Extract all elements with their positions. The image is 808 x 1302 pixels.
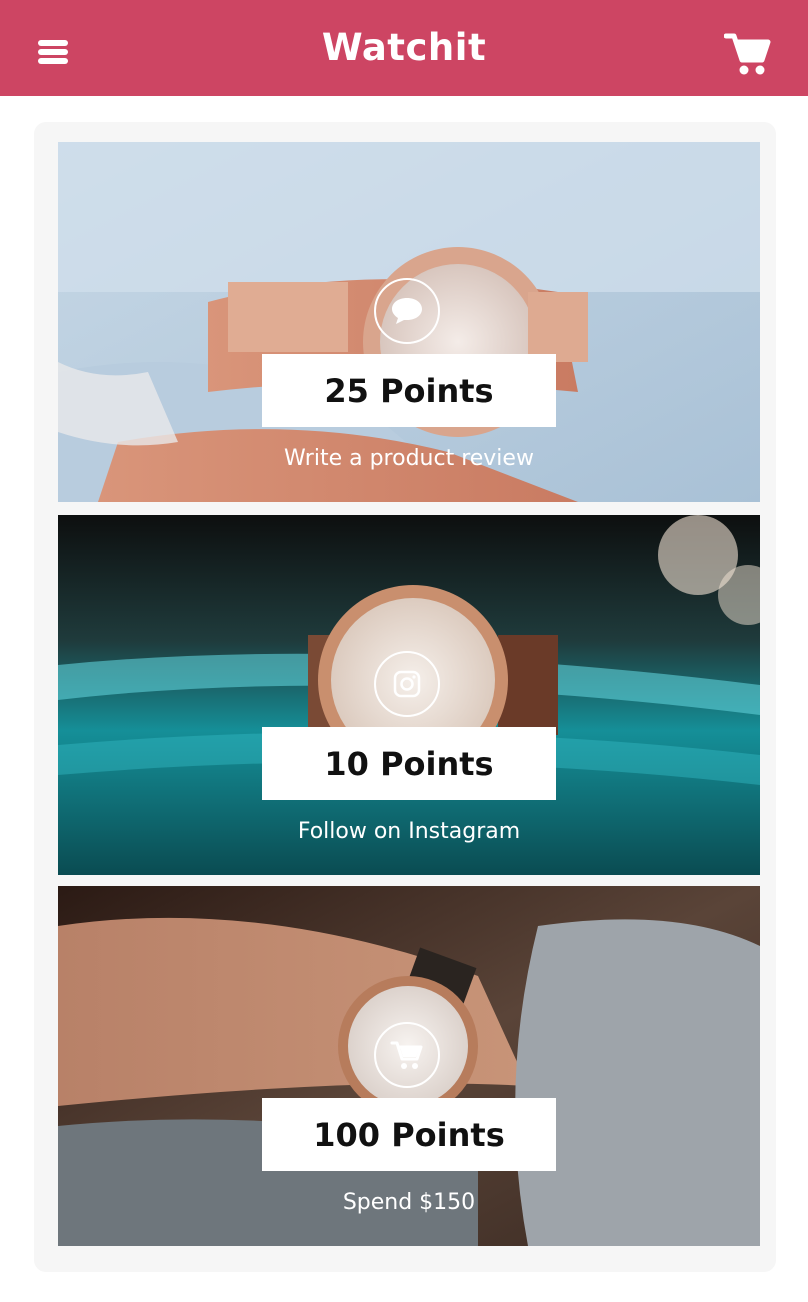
shopping-cart-icon <box>723 33 771 75</box>
cart-button[interactable] <box>723 30 772 78</box>
points-label: 100 Points <box>313 1115 505 1154</box>
points-badge: 10 Points <box>262 727 556 800</box>
shopping-cart-icon <box>374 1022 440 1088</box>
reward-card-review[interactable]: 25 Points Write a product review <box>58 142 760 502</box>
app-header: Watchit <box>0 0 808 96</box>
reward-card-instagram[interactable]: 10 Points Follow on Instagram <box>58 515 760 875</box>
points-badge: 100 Points <box>262 1098 556 1171</box>
reward-action-label: Write a product review <box>284 446 534 471</box>
reward-action-label: Follow on Instagram <box>297 819 521 844</box>
reward-card-spend[interactable]: 100 Points Spend $150 <box>58 886 760 1246</box>
points-label: 25 Points <box>324 371 494 410</box>
app-title: Watchit <box>321 26 487 69</box>
reward-action-label: Spend $150 <box>342 1190 476 1215</box>
points-badge: 25 Points <box>262 354 556 427</box>
points-label: 10 Points <box>324 744 494 783</box>
speech-bubble-icon <box>374 278 440 344</box>
instagram-icon <box>374 651 440 717</box>
